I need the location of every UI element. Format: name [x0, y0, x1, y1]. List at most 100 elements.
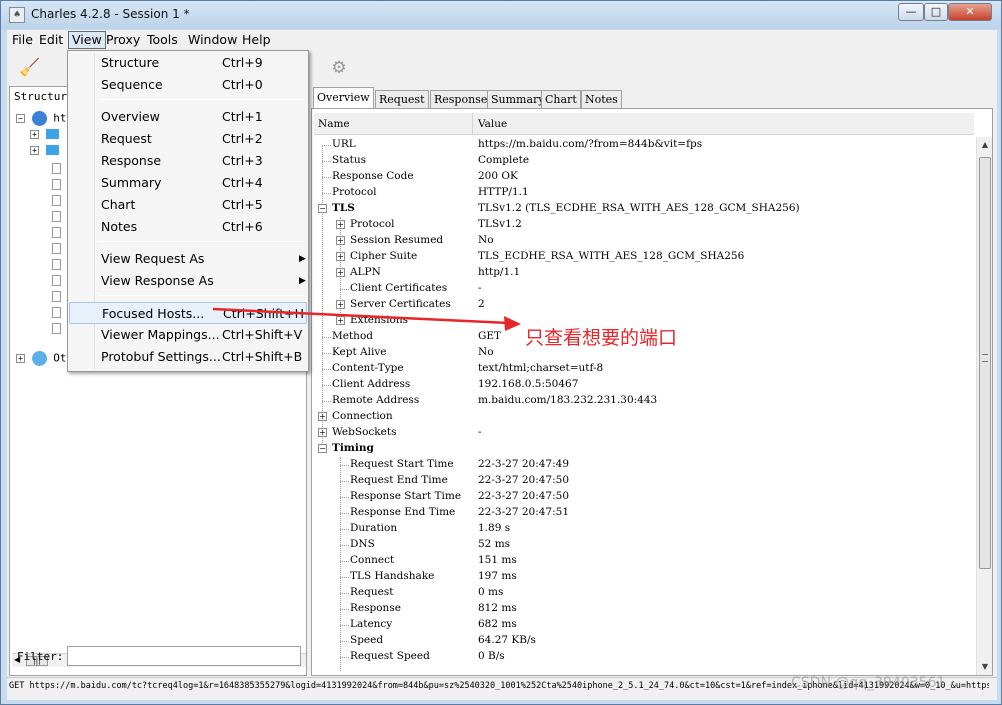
table-row[interactable]: Response Start Time 22-3-27 20:47:50 [312, 489, 972, 505]
menu-proxy[interactable]: Proxy [103, 31, 143, 49]
tab-request[interactable]: Request [375, 90, 429, 108]
table-row[interactable]: Connect 151 ms [312, 553, 972, 569]
scroll-down-icon[interactable]: ▼ [979, 661, 991, 673]
table-row[interactable]: Client Address 192.168.0.5:50467 [312, 377, 972, 393]
table-row[interactable]: Duration 1.89 s [312, 521, 972, 537]
table-row[interactable]: Request Speed 0 B/s [312, 649, 972, 665]
menu-item-notes[interactable]: Notes Ctrl+6 [69, 216, 307, 238]
scroll-up-icon[interactable]: ▲ [979, 139, 991, 151]
tree-file[interactable] [52, 209, 61, 225]
table-row[interactable]: + WebSockets - [312, 425, 972, 441]
menu-view[interactable]: View [68, 31, 106, 49]
menu-item-summary[interactable]: Summary Ctrl+4 [69, 172, 307, 194]
close-button[interactable]: ✕ [948, 3, 992, 21]
collapse-icon[interactable]: − [16, 114, 25, 123]
collapse-icon[interactable]: − [318, 204, 327, 213]
menu-item-chart[interactable]: Chart Ctrl+5 [69, 194, 307, 216]
column-name[interactable]: Name [318, 118, 350, 130]
table-row[interactable]: Response End Time 22-3-27 20:47:51 [312, 505, 972, 521]
menu-item-protobuf-settings[interactable]: Protobuf Settings... Ctrl+Shift+B [69, 346, 307, 368]
table-row[interactable]: Response 812 ms [312, 601, 972, 617]
expand-icon[interactable]: + [336, 220, 345, 229]
tab-response[interactable]: Response [430, 90, 492, 108]
tab-overview[interactable]: Overview [313, 87, 374, 109]
menu-item-request[interactable]: Request Ctrl+2 [69, 128, 307, 150]
menu-item-viewer-mappings[interactable]: Viewer Mappings... Ctrl+Shift+V [69, 324, 307, 346]
menu-item-view-request-as[interactable]: View Request As ▶ [69, 248, 307, 270]
table-row[interactable]: + Cipher Suite TLS_ECDHE_RSA_WITH_AES_128_… [312, 249, 972, 265]
menu-item-structure[interactable]: Structure Ctrl+9 [69, 52, 307, 74]
menu-edit[interactable]: Edit [36, 31, 66, 49]
tree-folder-2[interactable]: + [30, 143, 59, 159]
expand-icon[interactable]: + [336, 268, 345, 277]
tree-file[interactable] [52, 257, 61, 273]
title-bar[interactable]: ♠ Charles 4.2.8 - Session 1 * — □ ✕ [1, 1, 1001, 29]
table-row[interactable]: − Timing [312, 441, 972, 457]
tab-chart[interactable]: Chart [541, 90, 581, 108]
expand-icon[interactable]: + [16, 354, 25, 363]
table-row[interactable]: + ALPN http/1.1 [312, 265, 972, 281]
menu-window[interactable]: Window [185, 31, 240, 49]
menu-tools[interactable]: Tools [144, 31, 181, 49]
menu-file[interactable]: File [9, 31, 36, 49]
tab-structure[interactable]: Structure [14, 90, 74, 103]
expand-icon[interactable]: + [30, 145, 39, 155]
expand-icon[interactable]: + [336, 316, 345, 325]
tree-file[interactable] [52, 193, 61, 209]
table-row[interactable]: Remote Address m.baidu.com/183.232.231.30… [312, 393, 972, 409]
broom-icon[interactable]: 🧹 [19, 58, 40, 78]
table-row[interactable]: Request End Time 22-3-27 20:47:50 [312, 473, 972, 489]
table-row[interactable]: Client Certificates - [312, 281, 972, 297]
tree-folder-1[interactable]: + [30, 127, 59, 143]
expand-icon[interactable]: + [318, 412, 327, 421]
tree-file[interactable] [52, 177, 61, 193]
table-row[interactable]: + Server Certificates 2 [312, 297, 972, 313]
table-row[interactable]: TLS Handshake 197 ms [312, 569, 972, 585]
table-row[interactable]: Request 0 ms [312, 585, 972, 601]
menu-item-sequence[interactable]: Sequence Ctrl+0 [69, 74, 307, 96]
table-row[interactable]: + Connection [312, 409, 972, 425]
tree-file[interactable] [52, 273, 61, 289]
table-row[interactable]: URL https://m.baidu.com/?from=844b&vit=fp… [312, 137, 972, 153]
scroll-thumb[interactable] [979, 157, 991, 569]
menu-item-overview[interactable]: Overview Ctrl+1 [69, 106, 307, 128]
gear-icon[interactable]: ⚙ [329, 58, 349, 78]
menu-item-view-response-as[interactable]: View Response As ▶ [69, 270, 307, 292]
tree-other-row[interactable]: + Oth [16, 351, 73, 367]
table-row[interactable]: DNS 52 ms [312, 537, 972, 553]
tree-file[interactable] [52, 225, 61, 241]
tree-file[interactable] [52, 289, 61, 305]
table-row[interactable]: + Protocol TLSv1.2 [312, 217, 972, 233]
table-row[interactable]: Protocol HTTP/1.1 [312, 185, 972, 201]
collapse-icon[interactable]: − [318, 444, 327, 453]
table-row[interactable]: Response Code 200 OK [312, 169, 972, 185]
menu-item-response[interactable]: Response Ctrl+3 [69, 150, 307, 172]
table-row[interactable]: Status Complete [312, 153, 972, 169]
table-row[interactable]: Latency 682 ms [312, 617, 972, 633]
tree-file[interactable] [52, 321, 61, 337]
table-row[interactable]: Content-Type text/html;charset=utf-8 [312, 361, 972, 377]
menu-item-focused-hosts[interactable]: Focused Hosts... Ctrl+Shift+H [69, 302, 307, 324]
tree-file[interactable] [52, 241, 61, 257]
column-value[interactable]: Value [478, 118, 507, 130]
table-row[interactable]: Request Start Time 22-3-27 20:47:49 [312, 457, 972, 473]
tab-summary[interactable]: Summary [487, 90, 549, 108]
expand-icon[interactable]: + [336, 252, 345, 261]
tree-file[interactable] [52, 305, 61, 321]
expand-icon[interactable]: + [336, 236, 345, 245]
filter-input[interactable] [67, 646, 301, 666]
vertical-scrollbar[interactable]: ▲ ▼ [976, 137, 992, 675]
minimize-button[interactable]: — [898, 3, 924, 21]
tab-notes[interactable]: Notes [581, 90, 622, 108]
table-row[interactable]: Speed 64.27 KB/s [312, 633, 972, 649]
expand-icon[interactable]: + [336, 300, 345, 309]
column-divider[interactable] [472, 113, 473, 135]
maximize-button[interactable]: □ [924, 3, 948, 21]
table-row[interactable]: + Session Resumed No [312, 233, 972, 249]
menu-help[interactable]: Help [239, 31, 274, 49]
tree-file[interactable] [52, 161, 61, 177]
tree-host-row[interactable]: − htt [16, 111, 73, 127]
expand-icon[interactable]: + [318, 428, 327, 437]
table-row[interactable]: − TLS TLSv1.2 (TLS_ECDHE_RSA_WITH_AES_128_… [312, 201, 972, 217]
expand-icon[interactable]: + [30, 129, 39, 139]
